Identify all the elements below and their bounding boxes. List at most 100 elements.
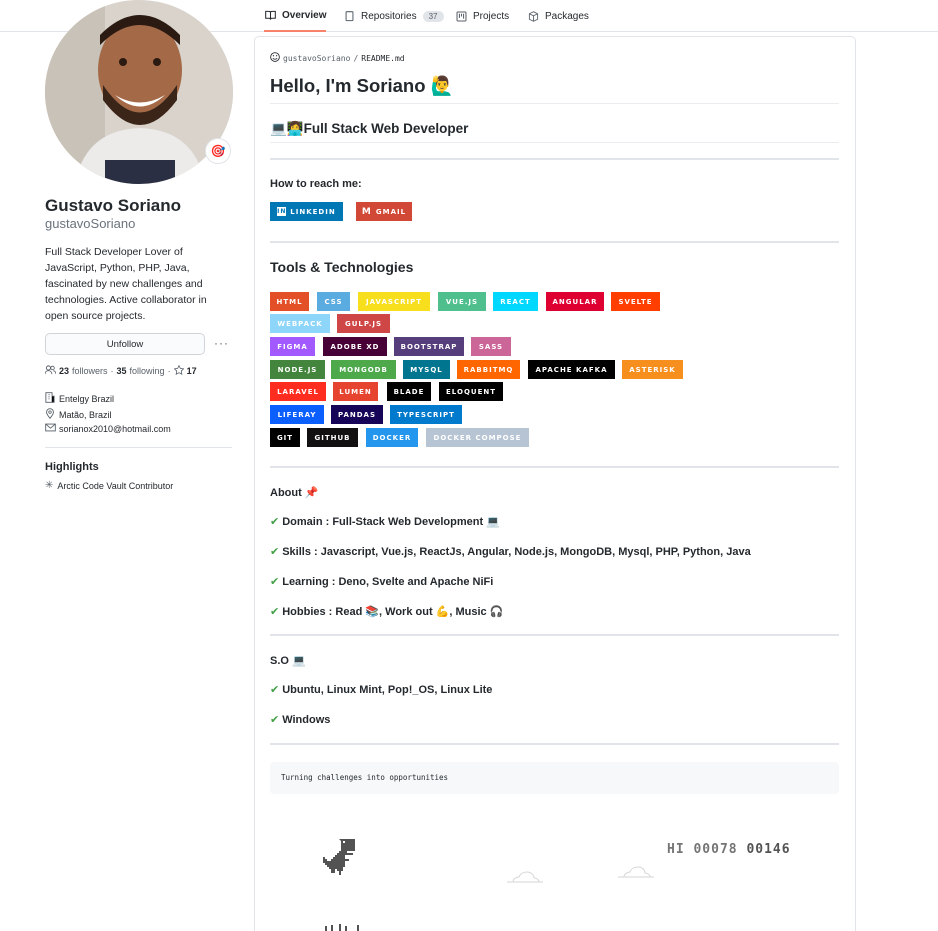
tech-badge[interactable]: LIFERAY (270, 405, 324, 424)
so-line-text: Windows (282, 713, 331, 726)
about-line: ✔ Learning : Deno, Svelte and Apache NiF… (270, 575, 493, 589)
tech-badge[interactable]: DOCKER COMPOSE (426, 428, 529, 447)
tech-badge[interactable]: TYPESCRIPT (390, 405, 462, 424)
game-score: HI 00078 00146 (667, 842, 791, 857)
tab-repositories-label: Repositories (361, 10, 417, 22)
tech-badge[interactable]: JAVASCRIPT (358, 292, 430, 311)
so-line: ✔ Ubuntu, Linux Mint, Pop!_OS, Linux Lit… (270, 683, 493, 697)
check-icon: ✔ (270, 576, 280, 588)
stars-count[interactable]: 17 (187, 366, 197, 376)
hr-1 (270, 158, 839, 160)
rule-subtitle (270, 142, 839, 143)
tech-badge[interactable]: MONGODB (331, 360, 396, 379)
tech-badge[interactable]: SVELTE (611, 292, 660, 311)
email-item[interactable]: sorianox2010@hotmail.com (45, 423, 171, 434)
tech-badge[interactable]: SASS (471, 337, 511, 356)
about-line-text: Skills : Javascript, Vue.js, ReactJs, An… (282, 545, 751, 558)
dino-icon (323, 839, 355, 875)
target-icon: 🎯 (210, 144, 226, 158)
profile-bio: Full Stack Developer Lover of JavaScript… (45, 246, 207, 322)
about-line: ✔ Skills : Javascript, Vue.js, ReactJs, … (270, 545, 751, 559)
mail-icon (45, 423, 56, 434)
so-line-text: Ubuntu, Linux Mint, Pop!_OS, Linux Lite (282, 683, 493, 696)
company-text: Entelgy Brazil (59, 393, 115, 404)
followers-label[interactable]: followers (72, 366, 108, 376)
organization-icon (45, 392, 55, 405)
location-text: Matão, Brazil (59, 409, 112, 420)
tech-badge[interactable]: VUE.JS (438, 292, 486, 311)
gmail-icon: M (361, 206, 372, 217)
star-icon (173, 364, 184, 377)
status-badge[interactable]: 🎯 (205, 138, 231, 164)
more-options-icon[interactable]: ··· (214, 336, 229, 350)
highlight-label[interactable]: Arctic Code Vault Contributor (57, 481, 173, 491)
hr-2 (270, 241, 839, 243)
hr-3 (270, 466, 839, 468)
location-item: Matão, Brazil (45, 408, 112, 421)
tech-badge[interactable]: REACT (493, 292, 538, 311)
cloud-icon (618, 866, 654, 878)
readme-path: gustavoSoriano / README.md (270, 52, 405, 64)
tab-overview-label: Overview (282, 9, 327, 21)
tech-badge[interactable]: RABBITMQ (457, 360, 520, 379)
tech-badge[interactable]: LARAVEL (270, 382, 326, 401)
people-icon (44, 365, 57, 377)
avatar[interactable] (45, 0, 233, 184)
package-icon (527, 10, 539, 22)
tab-projects[interactable]: Projects (455, 0, 509, 32)
readme-owner[interactable]: gustavoSoriano (283, 54, 350, 63)
tech-badge[interactable]: WEBPACK (270, 314, 330, 333)
tech-badge[interactable]: DOCKER (366, 428, 418, 447)
check-icon: ✔ (270, 516, 280, 528)
tech-badge[interactable]: BLADE (387, 382, 431, 401)
followers-count[interactable]: 23 (59, 366, 69, 376)
readme-card (254, 36, 856, 931)
tech-badge[interactable]: CSS (317, 292, 350, 311)
tech-badge[interactable]: ADOBE XD (323, 337, 387, 356)
about-line-text: Hobbies : Read 📚, Work out 💪, Music 🎧 (282, 606, 504, 618)
book-icon (264, 9, 276, 21)
tech-badge[interactable]: ANGULAR (546, 292, 604, 311)
so-line: ✔ Windows (270, 713, 331, 727)
unfollow-button[interactable]: Unfollow (45, 333, 205, 355)
tab-overview[interactable]: Overview (264, 0, 327, 32)
email-link[interactable]: sorianox2010@hotmail.com (59, 424, 171, 434)
gmail-label: GMAIL (375, 207, 407, 216)
following-label[interactable]: following (130, 366, 165, 376)
check-icon: ✔ (270, 546, 280, 558)
tech-badge[interactable]: GITHUB (307, 428, 358, 447)
tech-badge[interactable]: ELOQUENT (439, 382, 503, 401)
following-count[interactable]: 35 (117, 366, 127, 376)
about-line-text: Domain : Full-Stack Web Development 💻 (282, 516, 500, 528)
tech-badge[interactable]: NODE.JS (270, 360, 325, 379)
tab-repositories[interactable]: Repositories 37 (343, 0, 444, 32)
tech-badge[interactable]: LUMEN (333, 382, 378, 401)
linkedin-badge[interactable]: in LINKEDIN (270, 202, 343, 221)
about-title: About 📌 (270, 487, 319, 499)
tech-badge[interactable]: PANDAS (331, 405, 383, 424)
follow-stats: 23 followers · 35 following · 17 (44, 364, 197, 377)
tech-badge[interactable]: FIGMA (270, 337, 315, 356)
snowflake-icon: ✳ (45, 480, 54, 491)
readme-file[interactable]: README.md (361, 54, 404, 63)
tech-badge[interactable]: GIT (270, 428, 300, 447)
tech-badge[interactable]: HTML (270, 292, 309, 311)
tech-badge[interactable]: BOOTSTRAP (394, 337, 464, 356)
tab-packages-label: Packages (545, 10, 589, 22)
tech-badge[interactable]: APACHE KAFKA (528, 360, 615, 379)
profile-name: Gustavo Soriano (45, 196, 182, 215)
hi-score: 00078 (693, 842, 738, 857)
tab-packages[interactable]: Packages (527, 0, 589, 32)
linkedin-label: LINKEDIN (290, 207, 336, 216)
repo-icon (343, 10, 355, 22)
current-score: 00146 (746, 842, 791, 857)
check-icon: ✔ (270, 714, 280, 726)
gmail-badge[interactable]: M GMAIL (356, 202, 412, 221)
tech-badge[interactable]: ASTERISK (622, 360, 683, 379)
tech-badge[interactable]: MYSQL (403, 360, 450, 379)
repositories-count: 37 (422, 10, 444, 22)
tech-badge[interactable]: GULP.JS (337, 314, 390, 333)
hr-4 (270, 634, 839, 636)
readme-title: Hello, I'm Soriano 🙋‍♂️ (270, 75, 454, 96)
highlight-arctic[interactable]: ✳ Arctic Code Vault Contributor (45, 480, 173, 491)
